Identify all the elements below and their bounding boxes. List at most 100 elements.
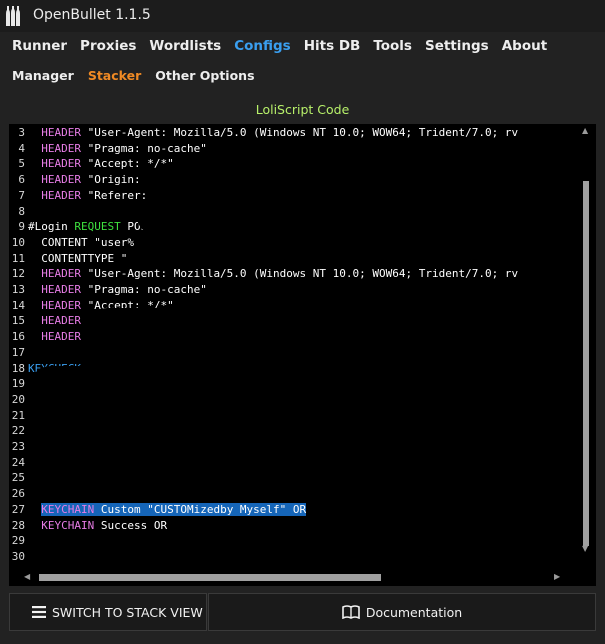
line-number: 26	[11, 487, 25, 501]
line-number: 11	[11, 251, 25, 265]
code-line[interactable]: 28 KEYCHAIN Success OR	[9, 518, 569, 534]
horizontal-scroll-thumb[interactable]	[39, 574, 381, 581]
code-text: HEADER "Accept: */*"	[28, 156, 173, 172]
sub-nav: Manager Stacker Other Options	[12, 68, 269, 83]
line-number: 25	[11, 471, 25, 485]
subnav-tab-stacker[interactable]: Stacker	[88, 68, 141, 83]
code-text: HEADER "Origin:	[28, 172, 147, 188]
line-number: 24	[11, 455, 25, 469]
horizontal-scrollbar[interactable]: ◀ ▶	[9, 569, 579, 585]
code-keyword: HEADER	[28, 330, 88, 344]
code-token: CONTENTTYPE "	[28, 251, 128, 265]
code-keyword: HEADER	[28, 267, 88, 281]
code-keyword: HEADER	[28, 188, 88, 202]
line-number: 16	[11, 330, 25, 344]
line-number: 6	[18, 173, 25, 187]
scroll-right-arrow-icon[interactable]: ▶	[554, 573, 560, 581]
app-title: OpenBullet 1.1.5	[33, 7, 151, 23]
code-token: "Pragma: no-cache"	[87, 141, 207, 155]
code-text: HEADER	[28, 329, 88, 345]
redaction-mark	[89, 308, 365, 344]
subnav-tab-manager[interactable]: Manager	[12, 68, 74, 83]
code-token: "Referer:	[87, 188, 148, 202]
code-text: #Login REQUEST POST	[28, 219, 154, 235]
book-icon	[342, 605, 360, 619]
code-keyword: KEYCHAIN	[28, 518, 101, 532]
scroll-left-arrow-icon[interactable]: ◀	[24, 573, 30, 581]
app-logo-icon	[6, 6, 20, 26]
code-line[interactable]: 12 HEADER "User-Agent: Mozilla/5.0 (Wind…	[9, 266, 569, 282]
scroll-down-arrow-icon[interactable]: ▼	[582, 545, 588, 553]
nav-tab-settings[interactable]: Settings	[425, 38, 489, 54]
line-number: 3	[18, 126, 25, 139]
nav-tab-hits-db[interactable]: Hits DB	[304, 38, 361, 54]
line-number: 20	[11, 392, 25, 406]
code-text: HEADER "User-Agent: Mozilla/5.0 (Windows…	[28, 266, 518, 282]
code-keyword: HEADER	[28, 298, 88, 312]
code-token: "User-Agent: Mozilla/5.0 (Windows NT 10.…	[87, 126, 519, 139]
nav-tab-about[interactable]: About	[502, 38, 547, 54]
code-line[interactable]: 29	[9, 533, 569, 549]
editor-title: LoliScript Code	[255, 102, 350, 117]
code-text: CONTENTTYPE "	[28, 251, 127, 267]
code-line[interactable]: 13 HEADER "Pragma: no-cache"	[9, 282, 569, 298]
code-keyword: HEADER	[28, 157, 88, 171]
nav-tab-wordlists[interactable]: Wordlists	[149, 38, 221, 54]
code-token: "User-Agent: Mozilla/5.0 (Windows NT 10.…	[87, 267, 519, 281]
code-keyword: HEADER	[28, 141, 88, 155]
line-number: 15	[11, 314, 25, 328]
code-line[interactable]: 17	[9, 345, 569, 361]
line-number: 23	[11, 440, 25, 453]
text-selection: KEYCHAIN Custom "CUSTOMizedby Myself" OR	[41, 502, 307, 516]
line-number: 28	[11, 518, 25, 532]
line-number: 9	[18, 220, 25, 234]
nav-tab-proxies[interactable]: Proxies	[80, 38, 136, 54]
documentation-button[interactable]: Documentation	[208, 593, 596, 631]
nav-tab-runner[interactable]: Runner	[12, 38, 67, 54]
code-text: HEADER "Pragma: no-cache"	[28, 282, 207, 298]
line-number: 19	[11, 377, 25, 391]
switch-to-stack-view-label: SWITCH TO STACK VIEW	[52, 604, 203, 620]
line-number: 7	[18, 188, 25, 202]
code-line[interactable]: 27 KEYCHAIN Custom "CUSTOMizedby Myself"…	[9, 502, 569, 518]
code-text: HEADER "Referer:	[28, 188, 147, 204]
code-keyword: HEADER	[28, 173, 88, 187]
redaction-mark	[33, 456, 289, 496]
code-token: Custom "CUSTOMizedby Myself" OR	[100, 502, 307, 516]
code-line[interactable]: 3 HEADER "User-Agent: Mozilla/5.0 (Windo…	[9, 125, 569, 141]
code-keyword: REQUEST	[74, 220, 121, 234]
redaction-mark	[143, 220, 579, 254]
code-line[interactable]: 5 HEADER "Accept: */*"	[9, 156, 569, 172]
code-token: Success OR	[100, 518, 168, 532]
nav-tab-configs[interactable]: Configs	[234, 38, 291, 54]
code-text: HEADER	[28, 313, 88, 329]
line-number: 27	[11, 502, 25, 516]
documentation-label: Documentation	[365, 604, 463, 620]
hamburger-icon	[32, 606, 46, 618]
code-text: KEYCHAIN Custom "CUSTOMizedby Myself" OR	[28, 502, 307, 518]
loliscript-editor[interactable]: 3 HEADER "User-Agent: Mozilla/5.0 (Windo…	[9, 124, 596, 586]
vertical-scroll-thumb[interactable]	[583, 181, 589, 546]
title-bar: OpenBullet 1.1.5	[0, 0, 605, 32]
vertical-scrollbar[interactable]: ▲ ▼	[581, 127, 591, 563]
code-token: CONTENT "user%	[28, 235, 134, 249]
code-text: HEADER "Pragma: no-cache"	[28, 141, 207, 157]
scroll-up-arrow-icon[interactable]: ▲	[582, 127, 588, 135]
nav-tab-tools[interactable]: Tools	[373, 38, 412, 54]
subnav-tab-other-options[interactable]: Other Options	[155, 68, 254, 83]
line-number: 18	[11, 361, 25, 375]
code-line[interactable]: 30	[9, 549, 569, 565]
code-token: "Origin:	[87, 173, 148, 187]
code-line[interactable]: 4 HEADER "Pragma: no-cache"	[9, 141, 569, 157]
code-keyword: HEADER	[28, 126, 88, 139]
line-number: 17	[11, 345, 25, 359]
code-text: CONTENT "user%	[28, 235, 134, 251]
line-number: 8	[18, 204, 25, 218]
line-number: 13	[11, 283, 25, 296]
switch-to-stack-view-button[interactable]: SWITCH TO STACK VIEW	[9, 593, 207, 631]
line-number: 30	[11, 549, 25, 563]
code-keyword: KEYCHAIN	[41, 502, 101, 516]
line-number: 10	[11, 235, 25, 249]
line-number: 4	[18, 141, 25, 155]
